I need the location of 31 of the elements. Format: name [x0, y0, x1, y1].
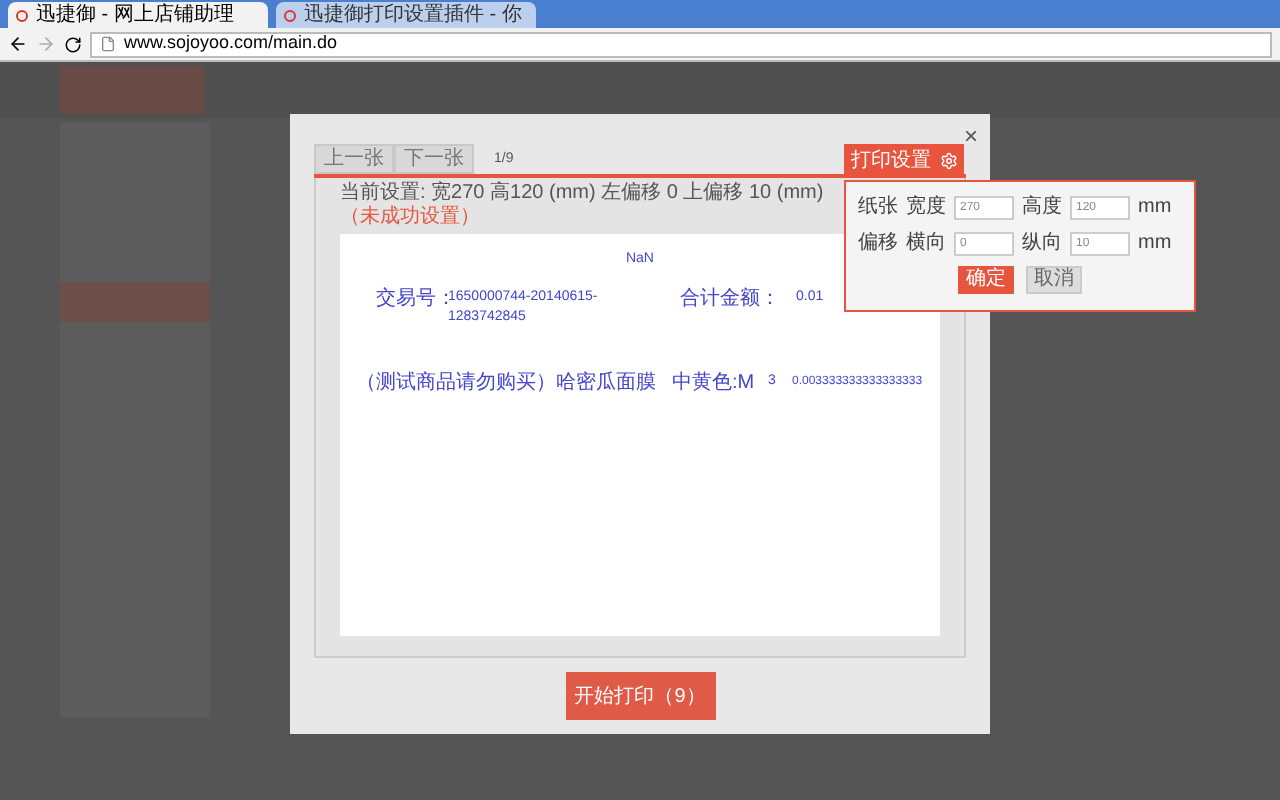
- browser-tab[interactable]: 迅捷御打印设置插件 - 你: [276, 2, 536, 28]
- row-label: 偏移: [858, 230, 898, 258]
- back-icon[interactable]: [8, 34, 28, 54]
- next-button[interactable]: 下一张: [394, 144, 474, 174]
- item-name: （测试商品请勿购买）哈密瓜面膜: [356, 369, 658, 397]
- field-label: 高度: [1022, 193, 1062, 222]
- print-settings-button[interactable]: 打印设置: [844, 144, 964, 176]
- unit-label: mm: [1138, 194, 1172, 222]
- unit-label: mm: [1138, 230, 1172, 258]
- nav-logo-block: [60, 66, 204, 114]
- ok-button[interactable]: 确定: [958, 266, 1014, 294]
- start-print-button[interactable]: 开始打印（9）: [565, 672, 715, 720]
- cancel-button[interactable]: 取消: [1026, 266, 1082, 294]
- field-label: 纵向: [1022, 230, 1062, 258]
- current-settings-text: 当前设置: 宽270 高120 (mm) 左偏移 0 上偏移 10 (mm): [340, 182, 824, 205]
- browser-tab[interactable]: 迅捷御 - 网上店铺助理: [8, 2, 268, 28]
- total-label: 合计金额：: [680, 285, 780, 313]
- prev-button[interactable]: 上一张: [314, 144, 394, 174]
- field-label: 宽度: [906, 193, 946, 222]
- settings-icon: [939, 151, 957, 169]
- address-bar[interactable]: www.sojoyoo.com/main.do: [90, 31, 1272, 57]
- reload-icon[interactable]: [64, 35, 82, 53]
- row-label: 纸张: [858, 193, 898, 222]
- item-sku: 中黄色:M: [672, 369, 757, 397]
- close-button[interactable]: ×: [963, 118, 978, 154]
- trade-label: 交易号：: [376, 285, 448, 310]
- page-icon: [100, 36, 116, 52]
- field-label: 横向: [906, 229, 946, 258]
- favicon-icon: [284, 9, 296, 21]
- favicon-icon: [16, 9, 28, 21]
- settings-status-text: （未成功设置）: [340, 206, 480, 230]
